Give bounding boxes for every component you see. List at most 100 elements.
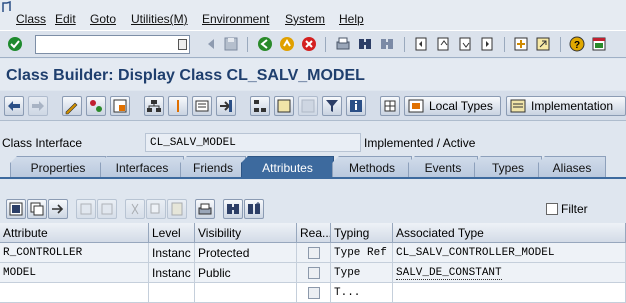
menu-bar: Class Edit Goto Utilities(M) Environment… [0,0,626,30]
page-title: Class Builder: Display Class CL_SALV_MOD… [6,67,365,84]
table-cell-typing[interactable]: T... [331,283,393,303]
macros-icon[interactable] [380,96,400,116]
print-icon[interactable] [334,35,352,53]
last-page-icon[interactable] [478,35,496,53]
menu-edit[interactable]: Edit [55,12,76,26]
associated-type-link[interactable]: SALV_DE_CONSTANT [396,267,502,280]
table-cell-visibility[interactable]: Public [195,263,297,283]
back-arrow-icon[interactable] [4,96,24,116]
tab-types[interactable]: Types [474,156,542,178]
column-header-readonly[interactable]: Rea... [297,223,331,243]
table-cell-attribute[interactable] [0,283,149,303]
toolbar-separator [325,37,326,52]
find-next-list-icon[interactable] [244,199,264,219]
table-cell-typing[interactable]: Type [331,263,393,283]
readonly-checkbox[interactable] [308,267,320,279]
column-header-visibility[interactable]: Visibility [195,223,297,243]
table-cell-associated-type[interactable]: CL_SALV_CONTROLLER_MODEL [393,243,626,263]
where-used-icon[interactable] [168,96,188,116]
menu-goto[interactable]: Goto [90,12,116,26]
previous-page-icon[interactable] [434,35,452,53]
menu-help[interactable]: Help [339,12,364,26]
tab-aliases[interactable]: Aliases [538,156,606,178]
tab-attributes[interactable]: Attributes [241,156,334,178]
column-header-typing[interactable]: Typing [331,223,393,243]
info-icon[interactable] [346,96,366,116]
command-field[interactable] [35,35,190,54]
implementation-button[interactable]: Implementation [506,96,626,116]
table-cell-associated-type[interactable] [393,283,626,303]
command-history-icon[interactable] [178,39,187,50]
hierarchy-icon[interactable] [144,96,164,116]
tab-methods[interactable]: Methods [332,156,412,178]
class-documentation-icon[interactable] [274,96,294,116]
enter-check-icon[interactable] [6,35,24,53]
window-menu-icon[interactable] [2,1,16,13]
detail-view-icon[interactable] [6,199,26,219]
table-cell-attribute[interactable]: MODEL [0,263,149,283]
menu-environment[interactable]: Environment [202,12,269,26]
table-cell-visibility[interactable]: Protected [195,243,297,263]
inactive-tool-icon[interactable] [298,96,318,116]
column-header-associated-type[interactable]: Associated Type [393,223,626,243]
readonly-checkbox[interactable] [308,287,320,299]
shortcut-icon[interactable] [534,35,552,53]
customize-layout-icon[interactable] [590,35,608,53]
class-hierarchy-icon[interactable] [250,96,270,116]
local-types-button[interactable]: Local Types [404,96,501,116]
print-list-icon[interactable] [195,199,215,219]
display-object-icon[interactable] [192,96,212,116]
copy-icon[interactable] [146,199,166,219]
table-cell-associated-type[interactable]: SALV_DE_CONSTANT [393,263,626,283]
active-inactive-icon[interactable] [86,96,106,116]
implementation-icon [510,99,526,113]
paste-icon[interactable] [167,199,187,219]
display-change-icon[interactable] [62,96,82,116]
tab-interfaces[interactable]: Interfaces [100,156,184,178]
tab-events[interactable]: Events [408,156,478,178]
readonly-checkbox[interactable] [308,247,320,259]
forward-arrow-icon[interactable] [28,96,48,116]
table-cell-readonly[interactable] [297,283,331,303]
table-cell-level[interactable]: Instanc [149,243,195,263]
navigate-icon[interactable] [216,96,236,116]
filter-icon[interactable] [322,96,342,116]
cancel-icon[interactable] [300,35,318,53]
first-page-icon[interactable] [412,35,430,53]
column-header-attribute[interactable]: Attribute [0,223,149,243]
save-icon[interactable] [222,35,240,53]
filter-checkbox-box[interactable] [546,203,558,215]
find-icon[interactable] [356,35,374,53]
next-page-icon[interactable] [456,35,474,53]
table-cell-readonly[interactable] [297,263,331,283]
table-cell-level[interactable] [149,283,195,303]
implementation-label: Implementation [531,99,614,113]
column-header-level[interactable]: Level [149,223,195,243]
back-icon[interactable] [256,35,274,53]
menu-utilities[interactable]: Utilities(M) [131,12,188,26]
table-cell-level[interactable]: Instanc [149,263,195,283]
table-cell-readonly[interactable] [297,243,331,263]
find-list-icon[interactable] [223,199,243,219]
help-icon[interactable]: ? [568,35,586,53]
navigate-row-icon[interactable] [48,199,68,219]
tab-strip: Properties Interfaces Friends Attributes… [0,156,626,178]
insert-line-icon[interactable] [76,199,96,219]
tab-properties[interactable]: Properties [10,156,106,178]
new-session-icon[interactable] [512,35,530,53]
table-cell-attribute[interactable]: R_CONTROLLER [0,243,149,263]
table-cell-visibility[interactable] [195,283,297,303]
insert-row-icon[interactable] [27,199,47,219]
delete-line-icon[interactable] [97,199,117,219]
exit-icon[interactable] [278,35,296,53]
find-next-icon[interactable] [378,35,396,53]
menu-class[interactable]: Class [16,12,46,26]
cut-icon[interactable] [125,199,145,219]
object-list-icon[interactable] [110,96,130,116]
class-interface-field[interactable]: CL_SALV_MODEL [145,133,361,152]
menu-system[interactable]: System [285,12,325,26]
filter-checkbox[interactable]: Filter [546,202,588,216]
triangle-left-icon[interactable] [202,35,220,53]
table-cell-typing[interactable]: Type Ref [331,243,393,263]
tab-friends[interactable]: Friends [180,156,246,178]
